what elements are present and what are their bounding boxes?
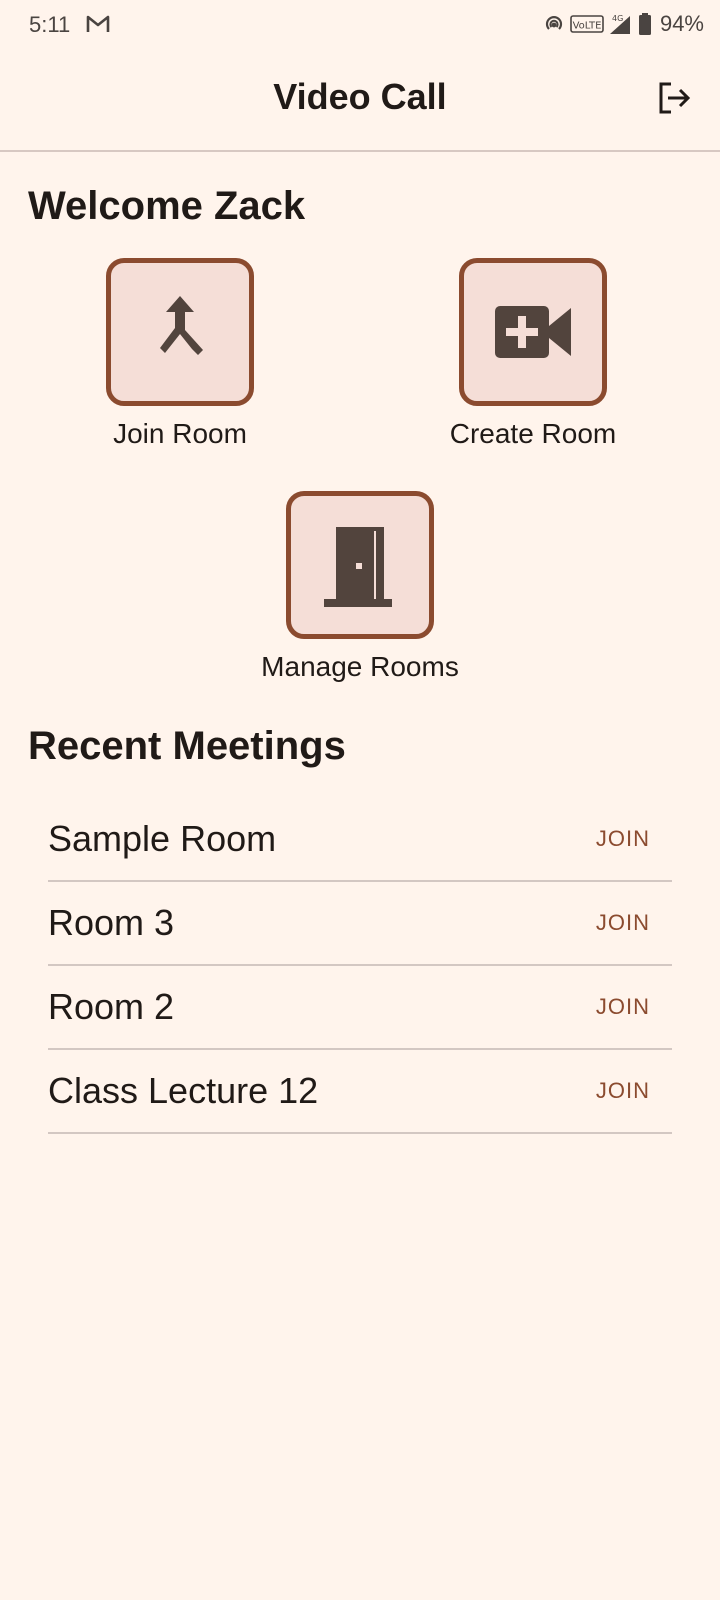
manage-rooms-label: Manage Rooms — [261, 651, 459, 682]
list-item: Sample Room JOIN — [48, 798, 672, 882]
status-time: 5:11 — [29, 12, 71, 37]
battery-percentage: 94% — [659, 11, 704, 36]
gmail-icon — [86, 14, 110, 34]
join-room-label: Join Room — [113, 418, 247, 449]
meeting-name: Sample Room — [48, 818, 277, 859]
list-item: Class Lecture 12 JOIN — [48, 1050, 672, 1134]
meeting-name: Class Lecture 12 — [48, 1070, 319, 1111]
join-room-button[interactable]: Join Room — [60, 258, 300, 450]
create-room-tile[interactable] — [459, 258, 607, 406]
app-bar: Video Call — [0, 50, 720, 152]
svg-text:VoLTE: VoLTE — [573, 21, 602, 32]
logout-icon — [659, 82, 691, 114]
signal-4g-icon: 4G — [608, 12, 634, 36]
meeting-name: Room 3 — [48, 902, 175, 943]
join-button[interactable]: JOIN — [574, 1068, 672, 1114]
recent-meetings-list: Sample Room JOIN Room 3 JOIN Room 2 JOIN… — [48, 798, 672, 1134]
recent-meetings-heading: Recent Meetings — [28, 724, 346, 768]
manage-rooms-button[interactable]: Manage Rooms — [240, 491, 480, 683]
join-button[interactable]: JOIN — [574, 816, 672, 862]
app-title: Video Call — [273, 76, 447, 117]
join-button[interactable]: JOIN — [574, 900, 672, 946]
svg-text:4G: 4G — [612, 14, 623, 23]
merge-icon — [160, 296, 203, 355]
status-icons: VoLTE 4G 94% — [542, 11, 704, 37]
logout-button[interactable] — [652, 76, 696, 120]
create-room-button[interactable]: Create Room — [413, 258, 653, 450]
status-bar: 5:11 VoLTE 4G 94% — [0, 0, 720, 50]
list-item: Room 3 JOIN — [48, 882, 672, 966]
meeting-name: Room 2 — [48, 986, 175, 1027]
list-item: Room 2 JOIN — [48, 966, 672, 1050]
create-room-label: Create Room — [449, 418, 617, 449]
battery-icon — [638, 12, 652, 36]
join-room-tile[interactable] — [106, 258, 254, 406]
video-call-add-icon — [495, 306, 571, 358]
manage-rooms-tile[interactable] — [286, 491, 434, 639]
door-icon — [324, 527, 392, 607]
welcome-heading: Welcome Zack — [28, 184, 306, 228]
join-button[interactable]: JOIN — [574, 984, 672, 1030]
volte-icon: VoLTE — [570, 14, 604, 34]
hotspot-icon — [542, 12, 566, 36]
